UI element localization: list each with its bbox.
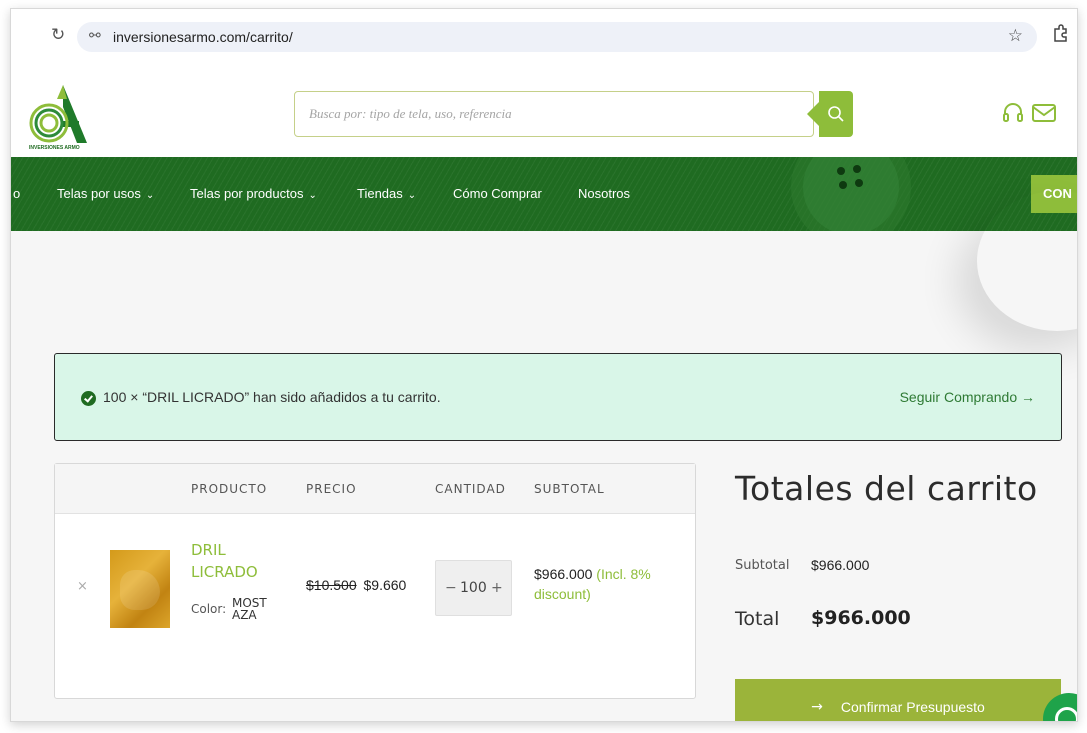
- continue-shopping-link[interactable]: Seguir Comprando →: [900, 389, 1035, 405]
- search-icon: [828, 106, 844, 122]
- chevron-down-icon: ⌄: [145, 190, 155, 201]
- url-text[interactable]: inversionesarmo.com/carrito/: [113, 29, 293, 45]
- nav-item-tiendas[interactable]: Tiendas ⌄: [357, 186, 416, 201]
- button-graphic: [791, 157, 911, 231]
- nav-item-label: Telas por productos: [190, 186, 304, 201]
- nav-item-telas-usos[interactable]: Telas por usos ⌄: [57, 186, 154, 201]
- main-nav: o Telas por usos ⌄ Telas por productos ⌄ T…: [11, 157, 1077, 231]
- remove-item-button[interactable]: ×: [77, 579, 88, 594]
- nav-item-nosotros[interactable]: Nosotros: [578, 186, 630, 201]
- line-subtotal-value: $966.000: [534, 566, 593, 582]
- cart-notice: 100 × “DRIL LICRADO” han sido añadidos a…: [54, 353, 1062, 441]
- search-input[interactable]: [295, 92, 813, 136]
- line-subtotal: $966.000 (Incl. 8% discount): [534, 564, 684, 604]
- product-thumbnail[interactable]: [110, 550, 170, 628]
- confirm-quote-label: Confirmar Presupuesto: [840, 699, 985, 715]
- subtotal-value: $966.000: [811, 557, 870, 573]
- browser-toolbar: ↻ ⚯ inversionesarmo.com/carrito/ ☆: [11, 9, 1077, 71]
- column-header-quantity: CANTIDAD: [435, 482, 506, 496]
- nav-item-inicio[interactable]: o: [13, 186, 20, 201]
- brand-logo[interactable]: INVERSIONES ARMO: [27, 81, 91, 151]
- column-header-product: PRODUCTO: [191, 482, 268, 496]
- total-value: $966.000: [811, 607, 911, 629]
- star-icon[interactable]: ☆: [1008, 26, 1023, 46]
- total-label: Total: [735, 608, 780, 630]
- product-color-label: Color:: [191, 602, 227, 616]
- browser-window: ↻ ⚯ inversionesarmo.com/carrito/ ☆ INVER…: [10, 8, 1078, 722]
- check-circle-icon: [81, 391, 96, 406]
- subtotal-label: Subtotal: [735, 558, 790, 573]
- chevron-down-icon: ⌄: [407, 190, 417, 201]
- cart-table-header: PRODUCTO PRECIO CANTIDAD SUBTOTAL: [55, 464, 695, 514]
- quantity-input[interactable]: 100: [460, 580, 487, 596]
- nav-texture: [11, 157, 1077, 231]
- extensions-icon[interactable]: [1051, 23, 1069, 43]
- headset-icon[interactable]: [1001, 101, 1025, 125]
- product-color-value: MOSTAZA: [232, 596, 267, 622]
- quantity-stepper[interactable]: − 100 +: [435, 560, 512, 616]
- address-bar[interactable]: ⚯ inversionesarmo.com/carrito/ ☆: [77, 22, 1037, 52]
- product-price: $10.500 $9.660: [306, 577, 406, 593]
- brand-name: INVERSIONES ARMO: [29, 145, 80, 151]
- price-sale: $9.660: [363, 577, 407, 593]
- nav-item-como-comprar[interactable]: Cómo Comprar: [453, 186, 542, 201]
- nav-item-label: Tiendas: [357, 186, 403, 201]
- search-box: [294, 91, 814, 137]
- price-original: $10.500: [306, 577, 357, 593]
- nav-item-label: Telas por usos: [57, 186, 141, 201]
- mail-icon[interactable]: [1031, 101, 1057, 125]
- increase-quantity-button[interactable]: +: [491, 580, 503, 596]
- arrow-right-icon: →: [811, 699, 823, 715]
- confirm-quote-button[interactable]: → Confirmar Presupuesto: [735, 679, 1061, 721]
- product-name-link[interactable]: DRIL LICRADO: [191, 539, 271, 583]
- column-header-subtotal: SUBTOTAL: [534, 482, 605, 496]
- site-header: INVERSIONES ARMO: [11, 71, 1077, 157]
- header-icons: [1001, 101, 1057, 125]
- chevron-down-icon: ⌄: [308, 190, 317, 201]
- nav-item-telas-productos[interactable]: Telas por productos ⌄: [190, 186, 317, 201]
- page-content: 100 × “DRIL LICRADO” han sido añadidos a…: [11, 231, 1077, 721]
- notice-message: 100 × “DRIL LICRADO” han sido añadidos a…: [103, 389, 441, 405]
- cart-totals-title: Totales del carrito: [735, 469, 1038, 508]
- column-header-price: PRECIO: [306, 482, 357, 496]
- decrease-quantity-button[interactable]: −: [445, 580, 457, 596]
- cart-table: PRODUCTO PRECIO CANTIDAD SUBTOTAL × DRIL…: [54, 463, 696, 699]
- tune-icon[interactable]: ⚯: [89, 28, 101, 44]
- search-button[interactable]: [807, 91, 853, 137]
- reload-icon[interactable]: ↻: [51, 25, 65, 45]
